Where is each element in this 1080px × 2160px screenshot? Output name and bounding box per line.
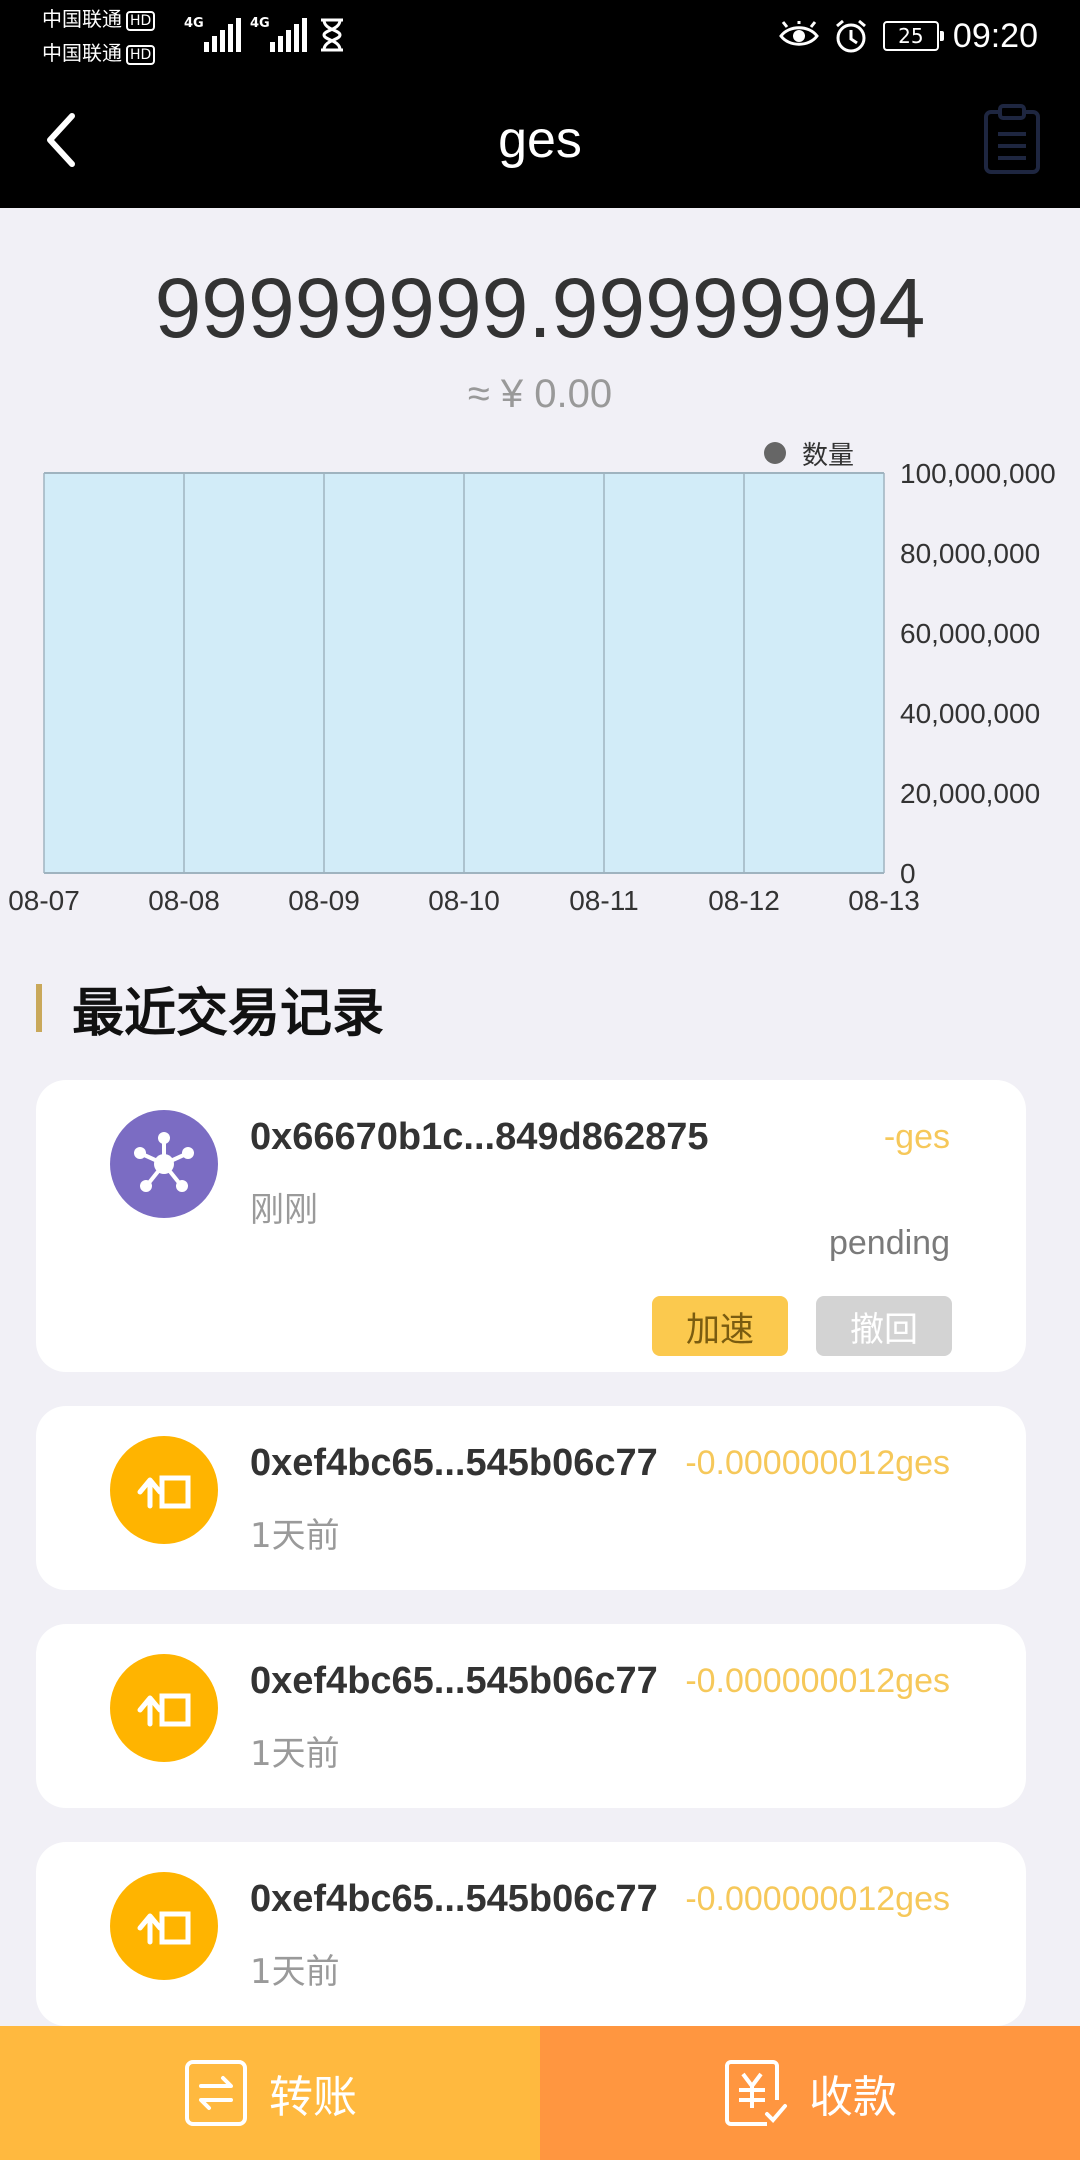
tx-amount: -ges [883,1118,950,1156]
transaction-card[interactable]: 0xef4bc65...545b06c77 -0.000000012ges 1天… [36,1406,1026,1590]
send-out-icon [110,1436,218,1544]
x-tick-label: 08-08 [148,885,220,916]
receive-label: 收款 [809,2072,897,2123]
y-tick-label: 0 [900,858,916,889]
x-tick-label: 08-10 [428,885,500,916]
page-title: ges [498,111,582,169]
bottom-action-bar: 转账 收款 [0,2026,1080,2160]
tx-time: 1天前 [250,1952,340,1992]
fiat-value: ≈ ¥ 0.00 [467,372,613,416]
signal-icon: 4G [184,14,241,54]
balance-chart: 08-07 08-08 08-09 08-10 08-11 08-12 08-130 20,0… [8,440,1056,916]
carrier-2: 中国联通 HD [42,42,156,65]
receive-button[interactable]: 收款 [540,2026,1080,2160]
network-nodes-icon [110,1110,218,1218]
y-tick-label: 80,000,000 [900,538,1040,569]
x-tick-label: 08-12 [708,885,780,916]
carrier-1: 中国联通 HD [42,8,156,31]
y-tick-label: 20,000,000 [900,778,1040,809]
transaction-card[interactable]: 0xef4bc65...545b06c77 -0.000000012ges 1天… [36,1842,1026,2026]
transfer-icon [185,2060,247,2126]
x-tick-label: 08-13 [848,885,920,916]
x-tick-label: 08-07 [8,885,80,916]
balance-amount: 99999999.99999994 [154,261,926,355]
tx-time: 1天前 [250,1734,340,1774]
transfer-label: 转账 [269,2072,357,2123]
transaction-card[interactable]: 0xef4bc65...545b06c77 -0.000000012ges 1天… [36,1624,1026,1808]
eye-icon [779,21,819,46]
clipboard-icon [984,104,1040,174]
send-out-icon [110,1872,218,1980]
tx-address: 0x66670b1c...849d862875 [250,1116,709,1158]
receive-icon [725,2060,787,2126]
legend-marker [764,442,786,464]
tx-amount: -0.000000012ges [685,1444,950,1482]
transfer-button[interactable]: 转账 [0,2026,540,2160]
section-header: 最近交易记录 [36,978,384,1044]
clock: 09:20 [952,16,1038,55]
transaction-card[interactable]: 0x66670b1c...849d862875 -ges 刚刚 pending … [36,1080,1026,1372]
y-tick-label: 40,000,000 [900,698,1040,729]
y-tick-label: 60,000,000 [900,618,1040,649]
tx-time: 刚刚 [250,1190,318,1230]
send-out-icon [110,1654,218,1762]
battery-indicator: 25 [882,21,944,51]
tx-address: 0xef4bc65...545b06c77 [250,1660,658,1702]
tx-address: 0xef4bc65...545b06c77 [250,1878,658,1920]
cancel-tx-button[interactable]: 撤回 [816,1296,952,1356]
legend-label: 数量 [802,440,854,470]
tx-status: pending [828,1224,950,1262]
hourglass-icon [321,18,343,52]
tx-amount: -0.000000012ges [685,1662,950,1700]
y-tick-label: 100,000,000 [900,458,1056,489]
tx-time: 1天前 [250,1516,340,1556]
signal-icon: 4G [250,14,307,54]
tx-amount: -0.000000012ges [685,1880,950,1918]
section-marker [36,984,42,1032]
x-tick-label: 08-11 [569,885,639,916]
section-title: 最近交易记录 [72,983,385,1044]
tx-address: 0xef4bc65...545b06c77 [250,1442,658,1484]
speed-up-button[interactable]: 加速 [652,1296,788,1356]
record-button[interactable] [980,102,1044,176]
nav-bar: ges [0,72,1080,208]
status-bar: 中国联通 HD 中国联通 HD 4G 4G 25 09:20 [0,0,1080,72]
x-tick-label: 08-09 [288,885,360,916]
alarm-icon [835,19,866,53]
